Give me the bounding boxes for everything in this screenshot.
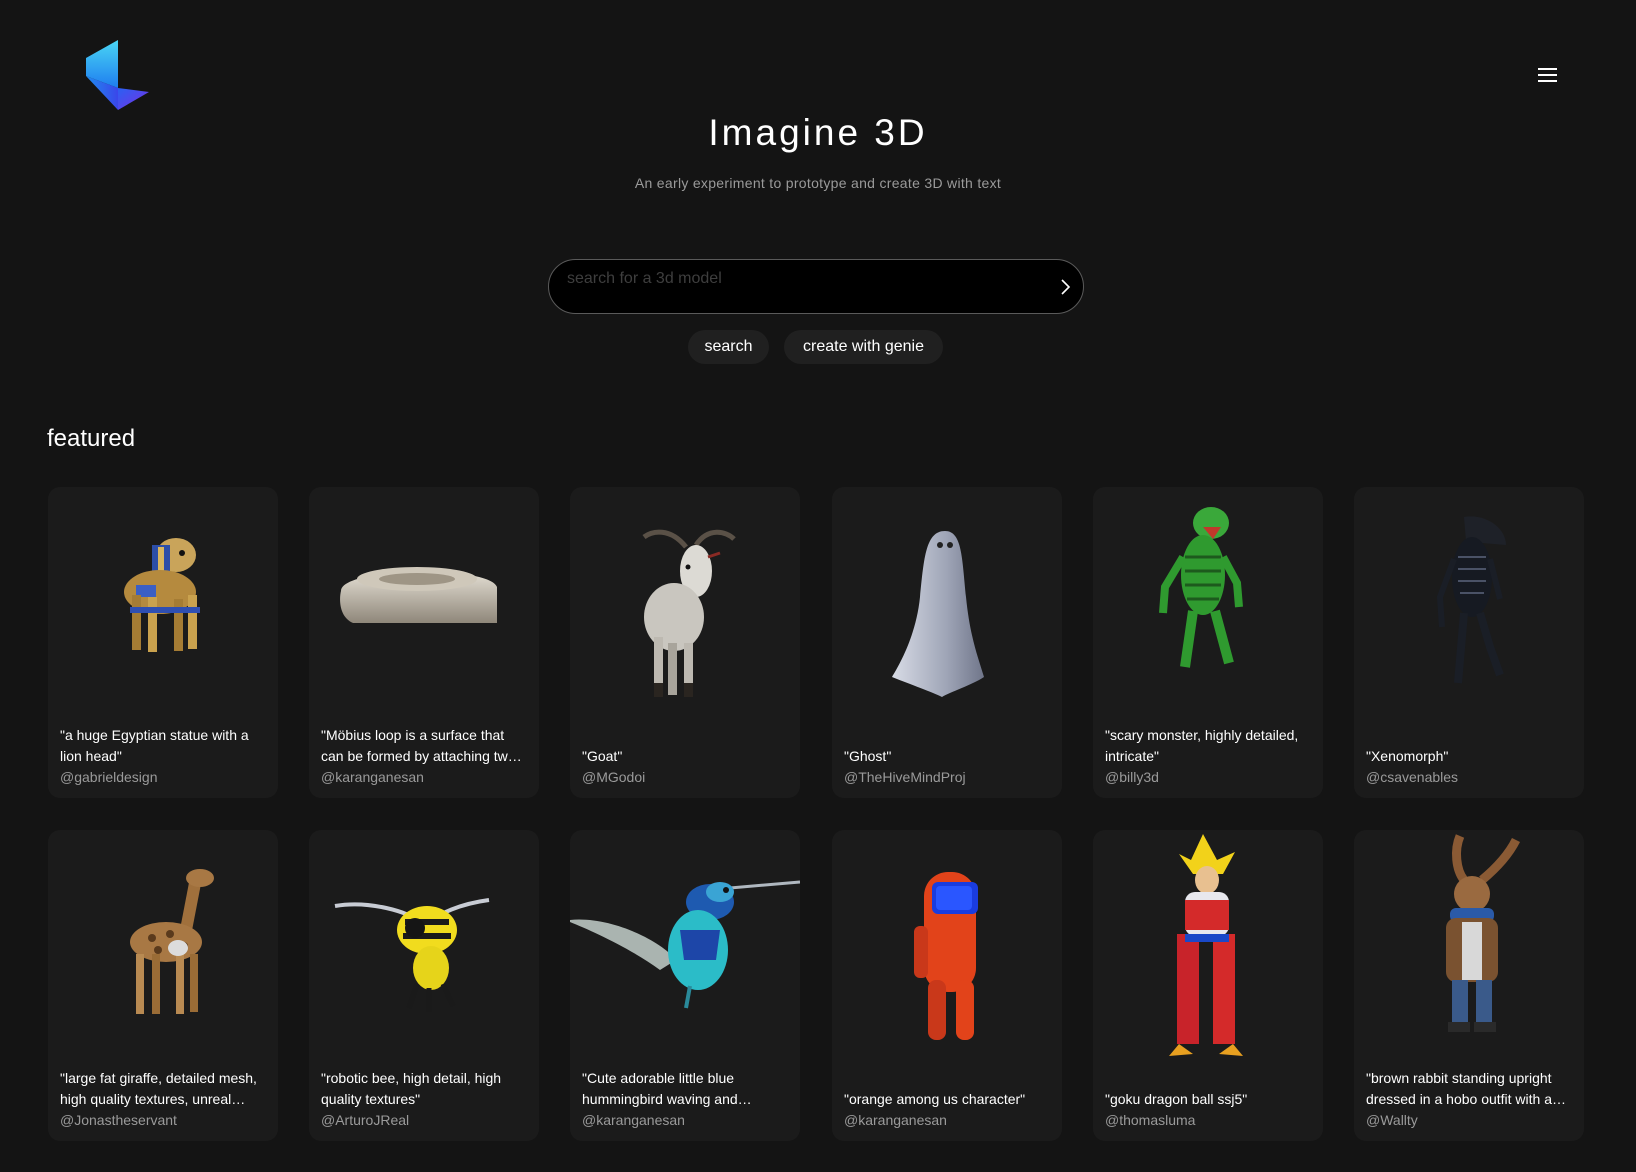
card-caption: "Cute adorable little blue hummingbird w… bbox=[582, 1070, 738, 1107]
page-subtitle: An early experiment to prototype and cre… bbox=[634, 175, 1002, 191]
card-caption: "Ghost" bbox=[844, 748, 892, 764]
hamburger-menu-icon[interactable] bbox=[1536, 66, 1560, 84]
card-text: "scary monster, highly detailed, intrica… bbox=[1105, 725, 1311, 788]
robotic-bee-thumbnail bbox=[309, 830, 539, 1060]
card-caption: "brown rabbit standing upright dressed i… bbox=[1366, 1070, 1553, 1107]
model-card[interactable]: "Ghost" @TheHiveMindProj bbox=[832, 487, 1062, 798]
egyptian-lion-statue-thumbnail bbox=[48, 487, 278, 717]
goat-thumbnail bbox=[570, 487, 800, 717]
card-text: "large fat giraffe, detailed mesh, high … bbox=[60, 1068, 266, 1131]
chevron-right-icon[interactable] bbox=[1055, 276, 1075, 298]
card-author: @karanganesan bbox=[582, 1112, 685, 1128]
imagine-3d-logo[interactable] bbox=[86, 40, 150, 112]
card-author: @csavenables bbox=[1366, 769, 1459, 785]
card-author: @Wallty bbox=[1366, 1112, 1418, 1128]
card-text: "Möbius loop is a surface that can be fo… bbox=[321, 725, 527, 788]
card-caption: "goku dragon ball ssj5" bbox=[1105, 1091, 1248, 1107]
card-text: "goku dragon ball ssj5" @thomasluma bbox=[1105, 1089, 1311, 1131]
card-text: "Xenomorph" @csavenables bbox=[1366, 746, 1572, 788]
page-header bbox=[0, 0, 1636, 120]
card-text: "a huge Egyptian statue with a lion head… bbox=[60, 725, 266, 788]
model-card[interactable]: "robotic bee, high detail, high quality … bbox=[309, 830, 539, 1141]
card-caption: "robotic bee, high detail, high quality … bbox=[321, 1070, 502, 1107]
card-text: "Cute adorable little blue hummingbird w… bbox=[582, 1068, 788, 1131]
model-card[interactable]: "a huge Egyptian statue with a lion head… bbox=[48, 487, 278, 798]
card-author: @TheHiveMindProj bbox=[844, 769, 966, 785]
model-card[interactable]: "large fat giraffe, detailed mesh, high … bbox=[48, 830, 278, 1141]
hummingbird-thumbnail bbox=[570, 830, 800, 1060]
card-text: "orange among us character" @karanganesa… bbox=[844, 1089, 1050, 1131]
model-card[interactable]: "goku dragon ball ssj5" @thomasluma bbox=[1093, 830, 1323, 1141]
card-author: @gabrieldesign bbox=[60, 769, 158, 785]
model-card[interactable]: "Möbius loop is a surface that can be fo… bbox=[309, 487, 539, 798]
model-card[interactable]: "scary monster, highly detailed, intrica… bbox=[1093, 487, 1323, 798]
search-button[interactable]: search bbox=[688, 330, 769, 364]
featured-heading: featured bbox=[47, 425, 136, 452]
model-card[interactable]: "Xenomorph" @csavenables bbox=[1354, 487, 1584, 798]
card-author: @MGodoi bbox=[582, 769, 646, 785]
card-caption: "scary monster, highly detailed, intrica… bbox=[1105, 727, 1299, 764]
ghost-thumbnail bbox=[832, 487, 1062, 717]
card-author: @karanganesan bbox=[844, 1112, 947, 1128]
giraffe-thumbnail bbox=[48, 830, 278, 1060]
model-card[interactable]: "brown rabbit standing upright dressed i… bbox=[1354, 830, 1584, 1141]
card-caption: "Xenomorph" bbox=[1366, 748, 1449, 764]
search-input[interactable] bbox=[565, 264, 1035, 294]
green-monster-thumbnail bbox=[1093, 487, 1323, 717]
xenomorph-thumbnail bbox=[1354, 487, 1584, 717]
page-title: Imagine 3D bbox=[708, 112, 928, 153]
card-caption: "orange among us character" bbox=[844, 1091, 1026, 1107]
card-text: "Ghost" @TheHiveMindProj bbox=[844, 746, 1050, 788]
search-bar bbox=[548, 259, 1084, 314]
model-card[interactable]: "orange among us character" @karanganesa… bbox=[832, 830, 1062, 1141]
card-caption: "Möbius loop is a surface that can be fo… bbox=[321, 727, 516, 764]
card-author: @thomasluma bbox=[1105, 1112, 1196, 1128]
card-text: "robotic bee, high detail, high quality … bbox=[321, 1068, 527, 1131]
card-author: @Jonastheservant bbox=[60, 1112, 177, 1128]
card-author: @ArturoJReal bbox=[321, 1112, 410, 1128]
model-card[interactable]: "Goat" @MGodoi bbox=[570, 487, 800, 798]
create-with-genie-button[interactable]: create with genie bbox=[784, 330, 943, 364]
brown-rabbit-thumbnail bbox=[1354, 830, 1584, 1060]
card-caption: "large fat giraffe, detailed mesh, high … bbox=[60, 1070, 257, 1107]
mobius-loop-thumbnail bbox=[309, 487, 539, 717]
model-card[interactable]: "Cute adorable little blue hummingbird w… bbox=[570, 830, 800, 1141]
card-text: "brown rabbit standing upright dressed i… bbox=[1366, 1068, 1572, 1131]
card-author: @billy3d bbox=[1105, 769, 1159, 785]
card-text: "Goat" @MGodoi bbox=[582, 746, 788, 788]
goku-thumbnail bbox=[1093, 830, 1323, 1060]
card-caption: "Goat" bbox=[582, 748, 623, 764]
among-us-character-thumbnail bbox=[832, 830, 1062, 1060]
card-author: @karanganesan bbox=[321, 769, 424, 785]
card-caption: "a huge Egyptian statue with a lion head… bbox=[60, 727, 249, 764]
